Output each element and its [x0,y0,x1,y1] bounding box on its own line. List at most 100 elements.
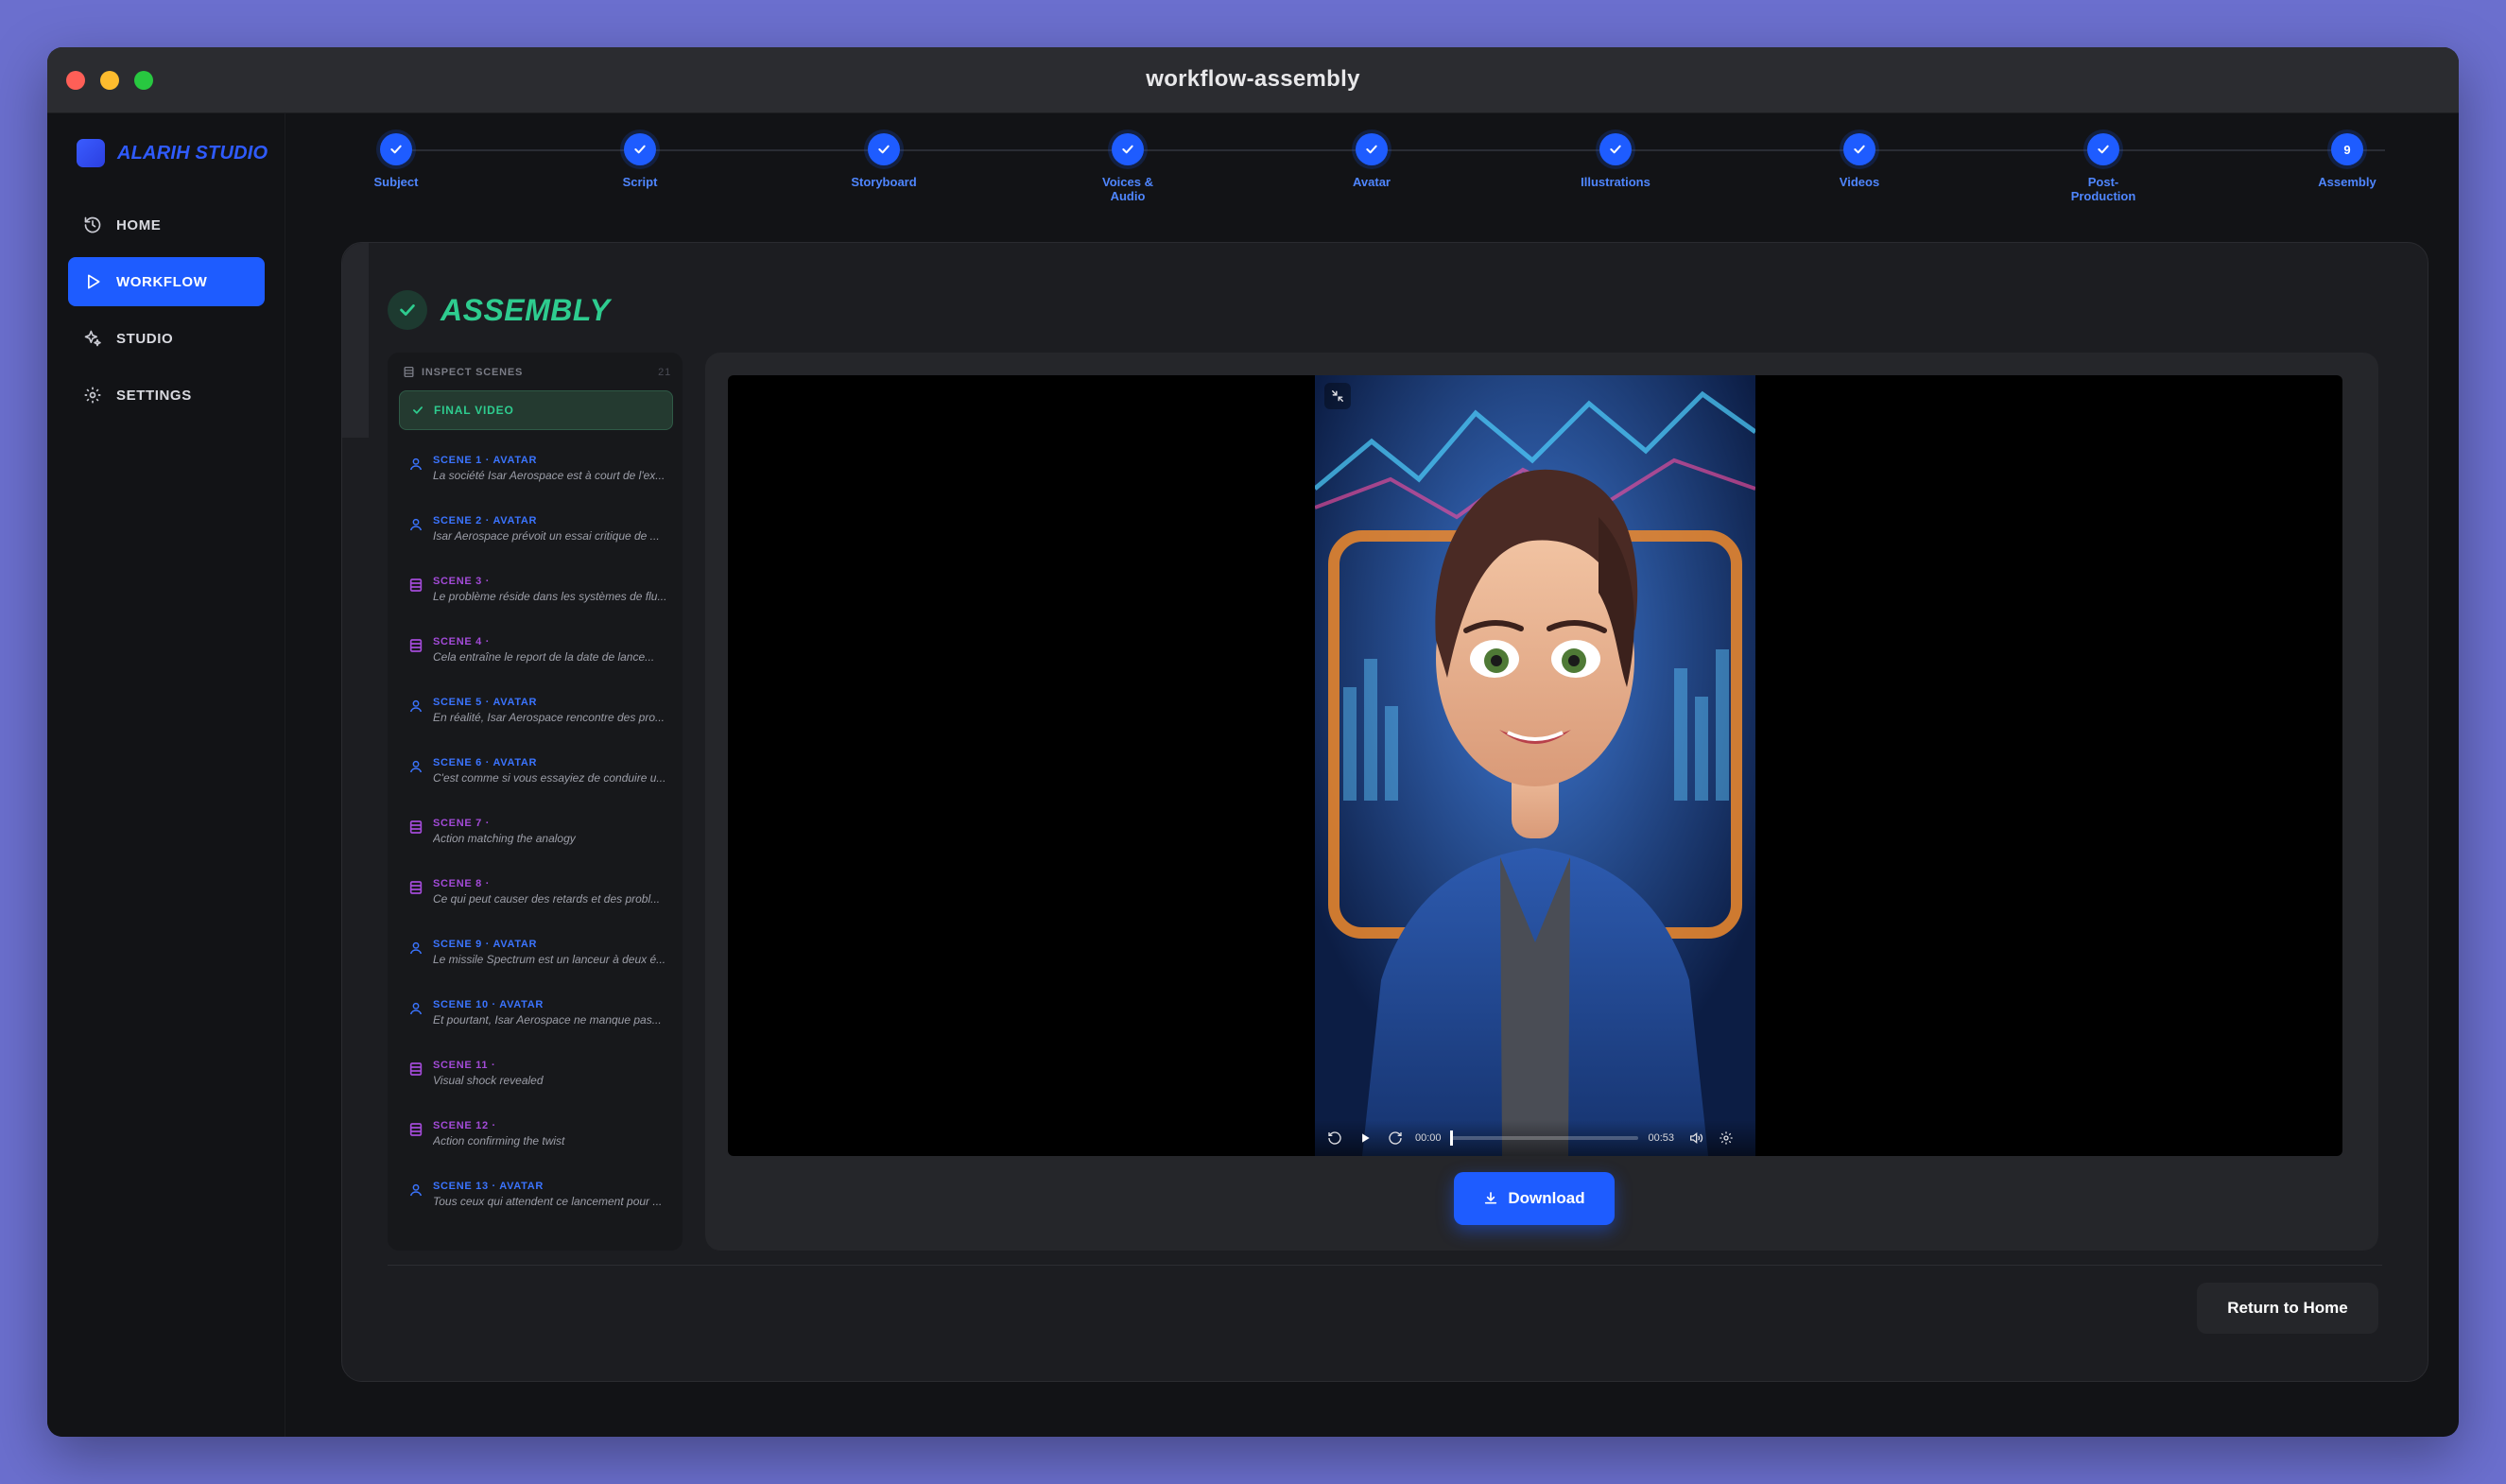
avatar-video-still [1315,375,1755,1156]
rewind-icon [1328,1131,1341,1145]
minimize-icon [1332,390,1343,402]
user-icon [409,1183,423,1197]
panel-accent [342,243,369,438]
film-icon [409,578,423,592]
scene-description: Et pourtant, Isar Aerospace ne manque pa… [433,1013,662,1027]
sidebar-item-label: WORKFLOW [116,273,208,290]
scene-description: En réalité, Isar Aerospace rencontre des… [433,711,665,724]
seek-bar[interactable] [1449,1130,1639,1146]
sidebar-item-workflow[interactable]: WORKFLOW [68,257,265,306]
scene-description: Action matching the analogy [433,832,576,845]
step-label: Voices & Audio [1102,175,1153,203]
step-voices-audio[interactable]: Voices & Audio [1066,129,1189,203]
return-home-button[interactable]: Return to Home [2197,1283,2378,1334]
scene-count: 21 [658,366,671,378]
brand-name: ALARIH STUDIO [117,142,268,164]
download-button[interactable]: Download [1454,1172,1615,1225]
scene-item[interactable]: SCENE 2 · AVATAR Isar Aerospace prévoit u… [399,508,673,568]
video-player[interactable]: 00:00 00:53 [728,375,2342,1156]
check-icon [413,406,423,414]
play-icon [1362,1133,1370,1143]
user-icon [409,760,423,773]
check-icon [868,133,900,165]
sidebar-item-label: HOME [116,216,162,233]
window-title: workflow-assembly [1146,66,1360,92]
sparkles-icon [83,329,102,348]
exit-fullscreen-button[interactable] [1324,383,1351,409]
sidebar-item-home[interactable]: HOME [68,200,265,250]
assembly-panel: ASSEMBLY INSPECT SCENES 21 FINAL VIDEO S… [341,242,2428,1382]
scene-label: SCENE 7 · [433,818,491,829]
scene-label: SCENE 3 · [433,576,491,587]
step-label: Illustrations [1581,175,1651,189]
scene-description: C'est comme si vous essayiez de conduire… [433,771,666,785]
film-icon [404,366,414,378]
scene-item[interactable]: SCENE 12 · Action confirming the twist [399,1113,673,1173]
scene-item[interactable]: SCENE 4 · Cela entraîne le report de la d… [399,629,673,689]
user-icon [409,699,423,713]
scene-item[interactable]: SCENE 10 · AVATAR Et pourtant, Isar Aeros… [399,992,673,1052]
volume-icon [1690,1131,1703,1145]
video-frame[interactable]: 00:00 00:53 [1315,375,1755,1156]
scene-item[interactable]: SCENE 6 · AVATAR C'est comme si vous essa… [399,750,673,810]
scene-item[interactable]: SCENE 13 · AVATAR Tous ceux qui attendent… [399,1173,673,1234]
step-label: Storyboard [851,175,917,189]
download-icon [1483,1191,1498,1206]
step-videos[interactable]: Videos [1798,129,1921,189]
scene-description: La société Isar Aerospace est à court de… [433,469,665,482]
step-assembly[interactable]: 9 Assembly [2286,129,2409,189]
scene-description: Action confirming the twist [433,1134,565,1148]
scene-description: Isar Aerospace prévoit un essai critique… [433,529,660,543]
final-video-label: FINAL VIDEO [434,404,514,417]
scene-item[interactable]: SCENE 8 · Ce qui peut causer des retards … [399,871,673,931]
play-button[interactable] [1355,1128,1375,1148]
scene-item[interactable]: SCENE 3 · Le problème réside dans les sys… [399,568,673,629]
scene-label: SCENE 8 · [433,878,491,889]
sidebar-item-settings[interactable]: SETTINGS [68,371,265,420]
scene-item[interactable]: SCENE 11 · Visual shock revealed [399,1052,673,1113]
user-icon [409,518,423,531]
rewind-button[interactable] [1324,1128,1345,1148]
step-number: 9 [2331,133,2363,165]
scene-text: SCENE 12 · Action confirming the twist [433,1118,669,1149]
video-controls: 00:00 00:53 [1315,1120,1755,1156]
check-icon [2087,133,2119,165]
step-storyboard[interactable]: Storyboard [822,129,945,189]
scene-inspector[interactable]: INSPECT SCENES 21 FINAL VIDEO SCENE 1 · … [388,353,683,1251]
forward-button[interactable] [1385,1128,1406,1148]
step-avatar[interactable]: Avatar [1310,129,1433,189]
sidebar-item-studio[interactable]: STUDIO [68,314,265,363]
step-label: Script [622,175,658,189]
scene-text: SCENE 5 · AVATAR En réalité, Isar Aerospa… [433,695,669,726]
brand-logo [77,139,105,167]
check-icon [1843,133,1875,165]
duration: 00:53 [1648,1132,1674,1144]
download-label: Download [1508,1189,1585,1207]
scene-inspector-title: INSPECT SCENES [422,366,524,378]
volume-button[interactable] [1685,1128,1706,1148]
scene-label: SCENE 9 · AVATAR [433,939,538,950]
user-icon [409,941,423,955]
scene-item[interactable]: SCENE 7 · Action matching the analogy [399,810,673,871]
scene-text: SCENE 4 · Cela entraîne le report de la d… [433,634,669,665]
check-icon [1356,133,1388,165]
scene-label: SCENE 1 · AVATAR [433,455,538,466]
step-illustrations[interactable]: Illustrations [1554,129,1677,189]
step-script[interactable]: Script [579,129,701,189]
scene-description: Le missile Spectrum est un lanceur à deu… [433,953,666,966]
final-video-item[interactable]: FINAL VIDEO [399,390,673,430]
scene-item[interactable]: SCENE 1 · AVATAR La société Isar Aerospac… [399,447,673,508]
sidebar-item-label: SETTINGS [116,387,192,404]
brand[interactable]: ALARIH STUDIO [77,139,268,167]
step-post-production[interactable]: Post- Production [2042,129,2165,203]
current-time: 00:00 [1415,1132,1442,1144]
scene-item[interactable]: SCENE 5 · AVATAR En réalité, Isar Aerospa… [399,689,673,750]
step-label: Assembly [2318,175,2376,189]
step-subject[interactable]: Subject [335,129,458,189]
player-settings-button[interactable] [1716,1128,1737,1148]
video-card: 00:00 00:53 Download [705,353,2378,1251]
seek-handle[interactable] [1449,1130,1453,1146]
film-icon [409,881,423,894]
scene-text: SCENE 13 · AVATAR Tous ceux qui attendent… [433,1179,669,1210]
scene-item[interactable]: SCENE 9 · AVATAR Le missile Spectrum est … [399,931,673,992]
